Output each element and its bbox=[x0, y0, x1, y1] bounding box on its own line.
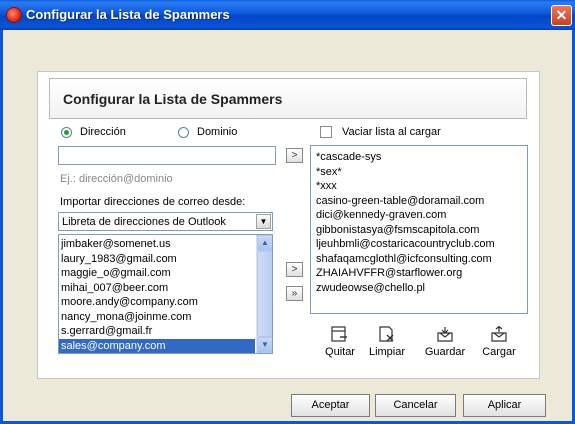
dialog-heading: Configurar la Lista de Spammers bbox=[63, 91, 283, 107]
contact-item[interactable]: mihai_007@beer.com bbox=[59, 281, 255, 296]
contact-item[interactable]: laury_1983@gmail.com bbox=[59, 252, 255, 267]
spammer-list[interactable]: *cascade-sys *sex* *xxx casino-green-table@… bbox=[310, 145, 528, 314]
chevron-right-icon: > bbox=[291, 264, 298, 275]
scroll-down-icon[interactable]: ▼ bbox=[257, 337, 272, 353]
clear-icon bbox=[379, 326, 394, 342]
clear-on-load-label: Vaciar lista al cargar bbox=[342, 126, 441, 138]
load-label: Cargar bbox=[482, 346, 516, 358]
scroll-up-icon[interactable]: ▲ bbox=[257, 235, 272, 251]
import-selected-button[interactable]: > bbox=[286, 262, 303, 277]
save-icon bbox=[437, 327, 453, 342]
spammer-item[interactable]: gibbonistasya@fsmscapitola.com bbox=[314, 223, 524, 238]
clear-on-load-checkbox[interactable] bbox=[320, 126, 332, 138]
contacts-list[interactable]: jimbaker@somenet.us laury_1983@gmail.com m… bbox=[58, 234, 273, 354]
contact-item[interactable]: sales@company.com bbox=[59, 338, 255, 353]
spammer-item[interactable]: ZHAIAHVFFR@starflower.org bbox=[314, 266, 524, 281]
contacts-scrollbar[interactable]: ▲ ▼ bbox=[256, 235, 272, 353]
close-button[interactable]: ✕ bbox=[551, 5, 572, 26]
contact-item[interactable]: moore.andy@company.com bbox=[59, 295, 255, 310]
accept-button[interactable]: Aceptar bbox=[291, 394, 370, 417]
contact-item[interactable]: maggie_o@gmail.com bbox=[59, 266, 255, 281]
double-chevron-right-icon: » bbox=[291, 288, 298, 299]
radio-direccion[interactable] bbox=[61, 127, 72, 138]
contacts-items: jimbaker@somenet.us laury_1983@gmail.com m… bbox=[59, 237, 255, 353]
spammer-items: *cascade-sys *sex* *xxx casino-green-table@… bbox=[314, 150, 524, 295]
address-hint: Ej.: dirección@dominio bbox=[60, 173, 173, 185]
import-all-button[interactable]: » bbox=[286, 286, 303, 301]
apply-button[interactable]: Aplicar bbox=[463, 394, 546, 417]
contact-item[interactable]: nancy_mona@joinme.com bbox=[59, 310, 255, 325]
spammer-item[interactable]: shafaqamcglothl@icfconsulting.com bbox=[314, 252, 524, 267]
spammer-item[interactable]: *sex* bbox=[314, 165, 524, 180]
spammer-item[interactable]: casino-green-table@doramail.com bbox=[314, 194, 524, 209]
cancel-button[interactable]: Cancelar bbox=[375, 394, 456, 417]
remove-label: Quitar bbox=[325, 346, 355, 358]
radio-dominio[interactable] bbox=[178, 127, 189, 138]
spammer-item[interactable]: ljeuhbmli@costaricacountryclub.com bbox=[314, 237, 524, 252]
window-title: Configurar la Lista de Spammers bbox=[26, 7, 230, 22]
import-source-value: Libreta de direcciones de Outlook bbox=[62, 216, 226, 228]
clear-button[interactable]: Limpiar bbox=[367, 326, 407, 358]
chevron-down-icon[interactable]: ▼ bbox=[256, 214, 271, 229]
spammer-item[interactable]: zwudeowse@chello.pl bbox=[314, 281, 524, 296]
contact-item[interactable]: s.gerrard@gmail.fr bbox=[59, 324, 255, 339]
spammer-item[interactable]: *cascade-sys bbox=[314, 150, 524, 165]
load-icon bbox=[491, 326, 507, 342]
address-input[interactable] bbox=[58, 146, 276, 165]
scroll-thumb[interactable] bbox=[257, 251, 272, 337]
spammer-item[interactable]: *xxx bbox=[314, 179, 524, 194]
clear-label: Limpiar bbox=[368, 346, 406, 358]
dialog-header: Configurar la Lista de Spammers bbox=[49, 78, 527, 119]
add-address-button[interactable]: > bbox=[286, 148, 303, 163]
save-button[interactable]: Guardar bbox=[422, 326, 468, 358]
app-icon bbox=[6, 7, 22, 23]
title-bar: Configurar la Lista de Spammers ✕ bbox=[0, 0, 575, 30]
chevron-right-icon: > bbox=[291, 150, 298, 161]
radio-dominio-label: Dominio bbox=[197, 126, 238, 138]
spammer-item[interactable]: dici@kennedy-graven.com bbox=[314, 208, 524, 223]
load-button[interactable]: Cargar bbox=[477, 326, 521, 358]
radio-direccion-label: Dirección bbox=[80, 126, 126, 138]
save-label: Guardar bbox=[424, 346, 466, 358]
import-source-select[interactable]: Libreta de direcciones de Outlook ▼ bbox=[58, 212, 273, 231]
contact-item[interactable]: jimbaker@somenet.us bbox=[59, 237, 255, 252]
remove-icon bbox=[331, 326, 347, 342]
remove-button[interactable]: Quitar bbox=[320, 326, 360, 358]
import-label: Importar direcciones de correo desde: bbox=[60, 196, 246, 208]
